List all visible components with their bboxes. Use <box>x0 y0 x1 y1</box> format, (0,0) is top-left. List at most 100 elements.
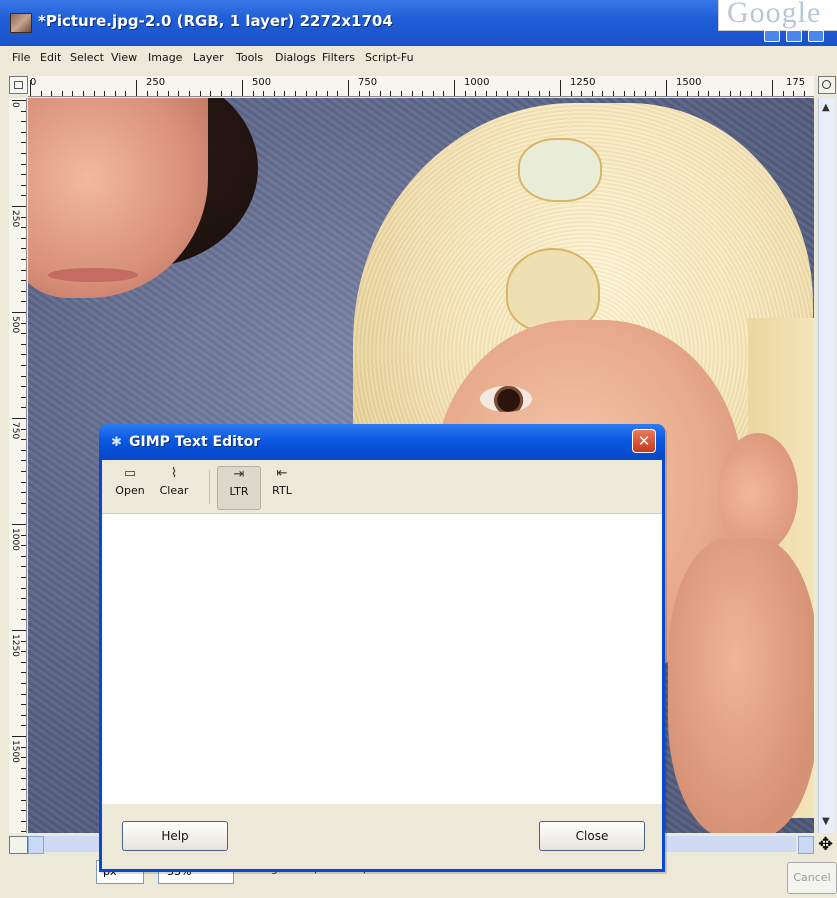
help-button[interactable]: Help <box>122 821 228 851</box>
hruler-label: 750 <box>358 77 378 88</box>
ltr-toggle[interactable]: ⇥ LTR <box>217 466 261 510</box>
vruler-tick <box>21 396 26 398</box>
hruler-tick <box>697 91 699 96</box>
text-input-area[interactable] <box>102 514 662 804</box>
vruler-tick <box>21 248 26 250</box>
vruler-tick <box>21 354 26 356</box>
vruler-tick <box>21 577 26 578</box>
hruler-tick <box>454 80 455 96</box>
hruler-tick <box>220 91 222 96</box>
vruler-tick <box>21 789 26 790</box>
vruler-tick <box>21 471 26 472</box>
menu-edit[interactable]: Edit <box>40 51 61 64</box>
vruler-tick <box>21 725 26 727</box>
hruler-tick <box>178 91 180 96</box>
hruler-tick <box>411 91 413 96</box>
minimize-button[interactable] <box>764 30 780 42</box>
hruler-tick <box>793 91 795 96</box>
vruler-tick <box>21 534 26 536</box>
vertical-scrollbar[interactable]: ▲ ▼ <box>818 98 835 833</box>
hruler-tick <box>401 91 402 96</box>
vruler-tick <box>21 153 26 154</box>
horizontal-ruler[interactable]: 0 250 500 750 1000 1250 1500 175 <box>28 76 814 97</box>
menu-select[interactable]: Select <box>70 51 104 64</box>
move-icon[interactable]: ✥ <box>818 834 833 855</box>
scroll-left-icon[interactable] <box>28 836 44 854</box>
hruler-tick <box>136 80 137 96</box>
vruler-label: 1500 <box>10 740 20 763</box>
hruler-tick <box>83 91 84 96</box>
vruler-tick <box>21 121 26 123</box>
hruler-tick <box>485 91 487 96</box>
vruler-tick <box>21 343 26 345</box>
hruler-tick <box>369 91 371 96</box>
photo-adult-lip <box>48 268 138 282</box>
clear-button[interactable]: ⌇ Clear <box>154 466 194 508</box>
vruler-tick <box>12 100 26 101</box>
quick-mask-menu-button[interactable] <box>9 76 28 94</box>
menu-layer[interactable]: Layer <box>193 51 224 64</box>
menu-file[interactable]: File <box>12 51 30 64</box>
vruler-tick <box>21 767 26 769</box>
hruler-tick <box>104 91 106 96</box>
maximize-button[interactable] <box>786 30 802 42</box>
hruler-tick <box>30 80 31 96</box>
cancel-button[interactable]: Cancel <box>787 862 837 894</box>
vruler-label: 250 <box>10 210 20 228</box>
vruler-tick <box>21 195 26 197</box>
scroll-right-icon[interactable] <box>798 836 814 854</box>
google-background-window[interactable]: Google <box>718 0 837 31</box>
scroll-up-icon[interactable]: ▲ <box>822 102 830 113</box>
vruler-tick <box>21 227 26 229</box>
hruler-tick <box>125 91 127 96</box>
vruler-tick <box>21 661 26 663</box>
rtl-label: RTL <box>272 484 292 497</box>
window-title: *Picture.jpg-2.0 (RGB, 1 layer) 2272x170… <box>38 12 393 30</box>
vruler-tick <box>21 322 26 324</box>
hruler-tick <box>210 91 212 96</box>
gimp-image-window: *Picture.jpg-2.0 (RGB, 1 layer) 2272x170… <box>0 0 837 898</box>
close-button[interactable]: Close <box>539 821 645 851</box>
hruler-tick <box>729 91 731 96</box>
hruler-tick <box>273 91 275 96</box>
menu-dialogs[interactable]: Dialogs <box>275 51 316 64</box>
vruler-label: 0 <box>10 102 20 108</box>
vruler-label: 1000 <box>10 528 20 551</box>
vruler-tick <box>21 799 26 801</box>
hruler-tick <box>167 91 169 96</box>
hruler-tick <box>51 91 53 96</box>
hruler-tick <box>538 91 540 96</box>
vruler-tick <box>21 831 26 833</box>
hruler-tick <box>358 91 360 96</box>
vruler-tick <box>21 110 26 112</box>
vruler-tick <box>21 502 26 504</box>
hruler-tick <box>189 91 190 96</box>
vruler-tick <box>21 174 26 176</box>
hruler-tick <box>560 80 561 96</box>
window-close-button[interactable] <box>808 30 824 42</box>
vruler-tick <box>21 598 26 600</box>
zoom-image-button[interactable] <box>818 76 836 94</box>
toolbar-separator <box>209 470 210 504</box>
vruler-tick <box>21 672 26 674</box>
menu-tools[interactable]: Tools <box>236 51 263 64</box>
rtl-toggle[interactable]: ⇤ RTL <box>264 466 300 508</box>
menu-image[interactable]: Image <box>148 51 182 64</box>
menu-filters[interactable]: Filters <box>322 51 355 64</box>
hruler-tick <box>305 91 307 96</box>
vruler-tick <box>21 820 26 822</box>
vruler-tick <box>21 184 26 186</box>
dialog-title-bar[interactable]: ✱ GIMP Text Editor ✕ <box>99 424 665 460</box>
text-rtl-icon: ⇤ <box>276 466 288 481</box>
vruler-tick <box>21 608 26 610</box>
hruler-tick <box>432 91 434 96</box>
menu-script-fu[interactable]: Script-Fu <box>365 51 414 64</box>
scroll-down-icon[interactable]: ▼ <box>822 816 830 827</box>
dialog-close-icon[interactable]: ✕ <box>632 429 656 453</box>
vertical-ruler[interactable]: 0 250 500 750 1000 1250 1500 <box>9 98 27 833</box>
open-button[interactable]: ▭ Open <box>112 466 148 508</box>
navigation-button[interactable] <box>9 836 28 854</box>
menu-view[interactable]: View <box>111 51 137 64</box>
window-title-bar[interactable]: *Picture.jpg-2.0 (RGB, 1 layer) 2272x170… <box>0 0 837 46</box>
hruler-tick <box>337 91 339 96</box>
